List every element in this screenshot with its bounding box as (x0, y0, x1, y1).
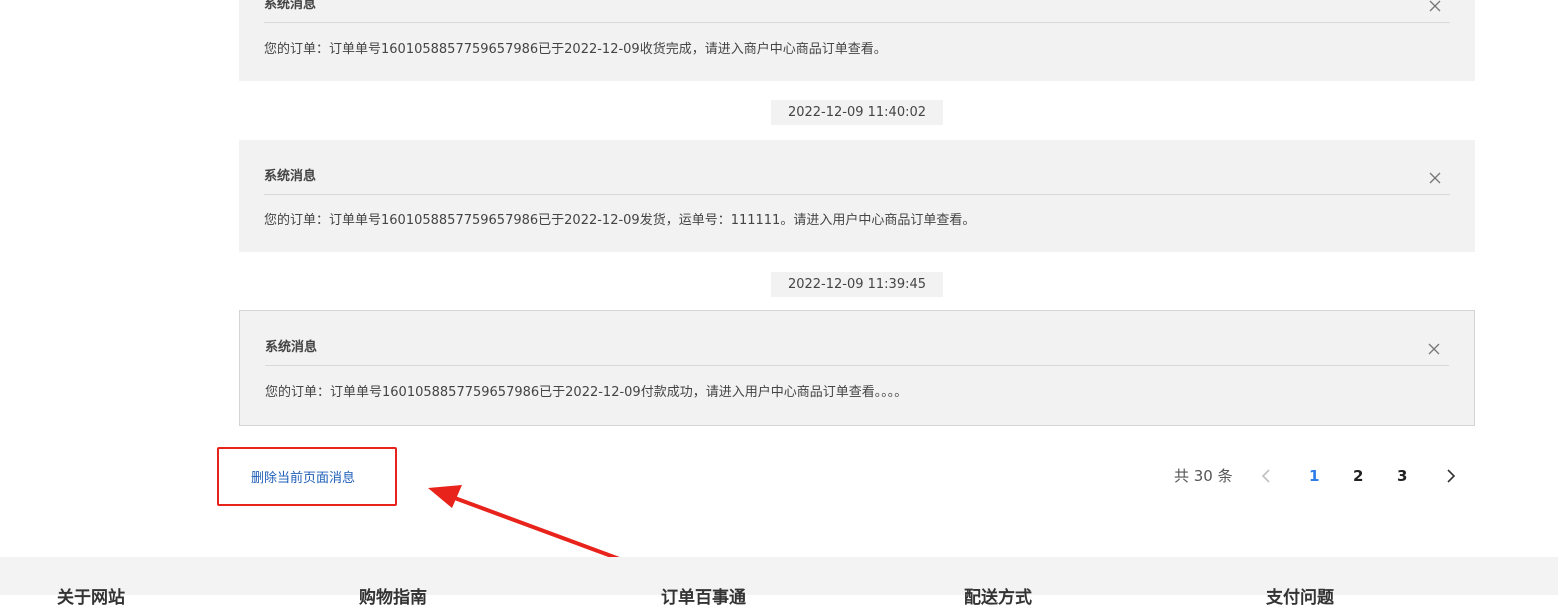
message-header: 系统消息 (264, 0, 1450, 23)
message-timestamp: 2022-12-09 11:40:02 (771, 100, 943, 125)
chevron-right-icon[interactable] (1443, 467, 1459, 485)
message-header: 系统消息 (265, 321, 1449, 366)
message-card: 系统消息 您的订单：订单单号1601058857759657986已于2022-… (239, 0, 1475, 81)
page-3-button[interactable]: 3 (1397, 464, 1407, 488)
message-card: 系统消息 您的订单：订单单号1601058857759657986已于2022-… (239, 140, 1475, 252)
message-header: 系统消息 (264, 150, 1450, 195)
message-card: 系统消息 您的订单：订单单号1601058857759657986已于2022-… (239, 310, 1475, 426)
message-body: 您的订单：订单单号1601058857759657986已于2022-12-09… (264, 213, 976, 228)
site-footer: 关于网站 购物指南 订单百事通 配送方式 支付问题 (0, 557, 1558, 608)
message-timestamp: 2022-12-09 11:39:45 (771, 272, 943, 297)
footer-column-delivery[interactable]: 配送方式 (964, 583, 1032, 608)
message-title: 系统消息 (264, 0, 317, 12)
close-icon[interactable] (1428, 0, 1442, 13)
delete-page-messages-button[interactable]: 删除当前页面消息 (251, 467, 355, 486)
close-icon[interactable] (1428, 171, 1442, 185)
annotation-highlight-box: 删除当前页面消息 (217, 447, 397, 506)
message-title: 系统消息 (265, 340, 318, 355)
footer-column-shopping-guide[interactable]: 购物指南 (359, 583, 427, 608)
pagination-total: 共 30 条 (1174, 467, 1233, 485)
close-icon[interactable] (1427, 342, 1441, 356)
message-body: 您的订单：订单单号1601058857759657986已于2022-12-09… (264, 42, 887, 57)
page-1-button[interactable]: 1 (1309, 464, 1319, 488)
footer-column-about[interactable]: 关于网站 (57, 583, 125, 608)
message-body: 您的订单：订单单号1601058857759657986已于2022-12-09… (265, 385, 908, 400)
footer-column-order-help[interactable]: 订单百事通 (661, 583, 746, 608)
message-title: 系统消息 (264, 169, 317, 184)
chevron-left-icon[interactable] (1258, 467, 1274, 485)
footer-column-payment[interactable]: 支付问题 (1266, 583, 1334, 608)
page-2-button[interactable]: 2 (1353, 464, 1363, 488)
